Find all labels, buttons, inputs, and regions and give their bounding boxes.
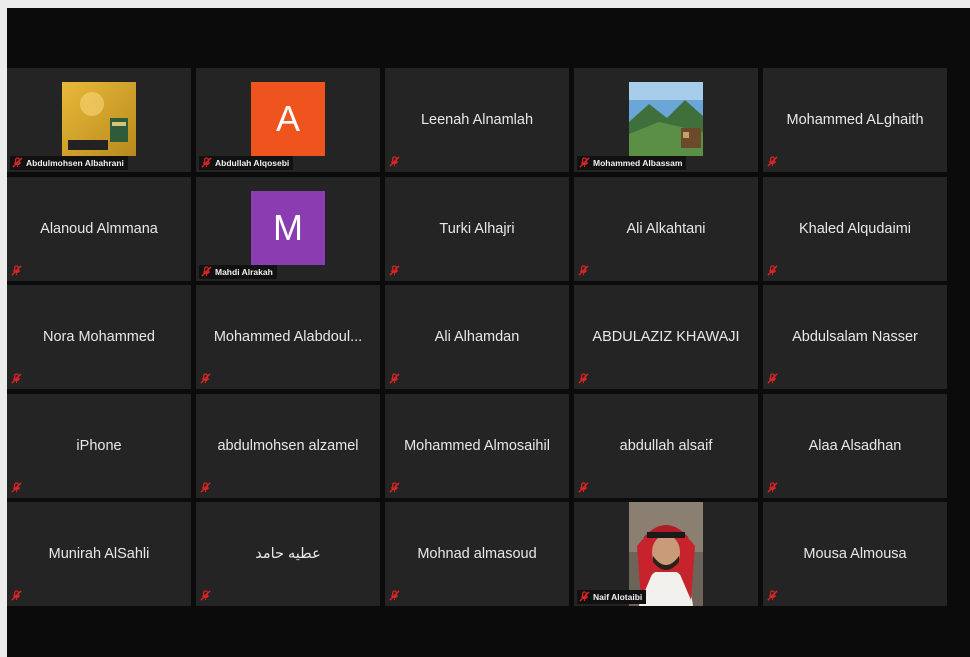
muted-mic-icon xyxy=(11,481,23,494)
participant-tile-mousa-almousa[interactable]: Mousa Almousa xyxy=(763,502,947,606)
muted-mic-icon xyxy=(767,481,779,494)
participant-name: Leenah Alnamlah xyxy=(420,112,534,128)
participant-tile-munirah-alsahli[interactable]: Munirah AlSahli xyxy=(7,502,191,606)
participant-tile-mohammed-alabdoul[interactable]: Mohammed Alabdoul... xyxy=(196,285,380,389)
participant-label: Abdullah Alqosebi xyxy=(199,156,294,170)
muted-mic-icon xyxy=(767,156,779,168)
muted-mic-icon xyxy=(578,481,590,494)
participant-tile-nora-mohammed[interactable]: Nora Mohammed xyxy=(7,285,191,389)
participant-tile-leenah-alnamlah[interactable]: Leenah Alnamlah xyxy=(385,68,569,172)
muted-mic-icon xyxy=(11,373,23,385)
muted-mic-icon xyxy=(389,481,401,494)
muted-mic-icon xyxy=(389,590,401,602)
muted-mic-icon xyxy=(578,373,590,385)
participant-name: Ali Alkahtani xyxy=(626,220,706,237)
participant-tile-mahdi-alrakah[interactable]: M Mahdi Alrakah xyxy=(196,176,380,281)
participant-label: Mohammed Albassam xyxy=(577,156,687,170)
participant-tile-abdulsalam-nasser[interactable]: Abdulsalam Nasser xyxy=(763,285,947,389)
participant-tile-mohammed-almosaihil[interactable]: Mohammed Almosaihil xyxy=(385,393,569,498)
participant-name: عطيه حامد xyxy=(255,546,321,562)
muted-mic-icon xyxy=(200,590,212,602)
participant-name: iPhone xyxy=(76,437,122,454)
participant-tile-iphone[interactable]: iPhone xyxy=(7,393,191,498)
participant-tile-naif-alotaibi[interactable]: Naif Alotaibi xyxy=(574,502,758,606)
avatar-initial: M xyxy=(251,190,325,265)
participant-name: Mousa Almousa xyxy=(803,546,907,562)
participant-name: Naif Alotaibi xyxy=(593,592,643,602)
participant-name: Turki Alhajri xyxy=(439,220,515,237)
participant-name: abdullah alsaif xyxy=(619,437,713,454)
participant-name: abdulmohsen alzamel xyxy=(217,437,359,454)
participant-tile-khaled-alqudaimi[interactable]: Khaled Alqudaimi xyxy=(763,176,947,281)
muted-mic-icon xyxy=(767,590,779,602)
muted-mic-icon xyxy=(389,264,401,277)
participant-name: Nora Mohammed xyxy=(42,329,155,345)
participant-tile-abdullah-alqosebi[interactable]: A Abdullah Alqosebi xyxy=(196,68,380,172)
muted-mic-icon xyxy=(12,157,23,168)
muted-mic-icon xyxy=(579,157,590,168)
participant-name: Mohammed Albassam xyxy=(593,158,683,168)
muted-mic-icon xyxy=(579,591,590,602)
participant-tile-ali-alkahtani[interactable]: Ali Alkahtani xyxy=(574,176,758,281)
participant-tile-participant[interactable]: عطيه حامد xyxy=(196,502,380,606)
participant-name: ABDULAZIZ KHAWAJI xyxy=(592,329,740,345)
participant-tile-mohnad-almasoud[interactable]: Mohnad almasoud xyxy=(385,502,569,606)
participant-name: Mohammed Almosaihil xyxy=(404,437,550,454)
top-bar xyxy=(7,8,970,68)
participant-label: Abdulmohsen Albahrani xyxy=(10,156,128,170)
muted-mic-icon xyxy=(201,157,212,168)
muted-mic-icon xyxy=(11,590,23,602)
kaaba-icon xyxy=(62,82,136,156)
participant-label: Mahdi Alrakah xyxy=(199,264,277,279)
participant-name: Ali Alhamdan xyxy=(434,329,520,345)
participant-name: Abdullah Alqosebi xyxy=(215,158,290,168)
participant-name: Munirah AlSahli xyxy=(48,546,150,562)
participant-tile-abdulmohsen-albahrani[interactable]: Abdulmohsen Albahrani xyxy=(7,68,191,172)
participant-name: Alanoud Almmana xyxy=(40,220,158,237)
participant-name: Khaled Alqudaimi xyxy=(798,220,912,237)
participant-tile-alanoud-almmana[interactable]: Alanoud Almmana xyxy=(7,176,191,281)
participant-label: Naif Alotaibi xyxy=(577,590,647,604)
participant-name: Abdulmohsen Albahrani xyxy=(26,158,124,168)
participant-tile-turki-alhajri[interactable]: Turki Alhajri xyxy=(385,176,569,281)
participant-name: Mahdi Alrakah xyxy=(215,266,273,277)
participant-tile-ali-alhamdan[interactable]: Ali Alhamdan xyxy=(385,285,569,389)
muted-mic-icon xyxy=(200,481,212,494)
participant-tile-abdulaziz-khawaji[interactable]: ABDULAZIZ KHAWAJI xyxy=(574,285,758,389)
avatar-initial: A xyxy=(251,82,325,156)
muted-mic-icon xyxy=(578,264,590,277)
participant-name: Abdulsalam Nasser xyxy=(792,329,918,345)
muted-mic-icon xyxy=(201,265,212,277)
muted-mic-icon xyxy=(389,156,401,168)
participant-tile-abdullah-alsaif[interactable]: abdullah alsaif xyxy=(574,393,758,498)
muted-mic-icon xyxy=(389,373,401,385)
participant-tile-mohammed-albassam[interactable]: Mohammed Albassam xyxy=(574,68,758,172)
muted-mic-icon xyxy=(767,373,779,385)
participant-gallery: Abdulmohsen Albahrani A Abdullah Alqosebi L… xyxy=(7,68,947,606)
participant-name: Alaa Alsadhan xyxy=(808,437,902,454)
participant-name: Mohammed Alabdoul... xyxy=(213,329,363,345)
participant-tile-alaa-alsadhan[interactable]: Alaa Alsadhan xyxy=(763,393,947,498)
participant-name: Mohammed ALghaith xyxy=(786,112,924,128)
muted-mic-icon xyxy=(11,264,23,277)
participant-tile-abdulmohsen-alzamel[interactable]: abdulmohsen alzamel xyxy=(196,393,380,498)
muted-mic-icon xyxy=(200,373,212,385)
meeting-window: Abdulmohsen Albahrani A Abdullah Alqosebi L… xyxy=(7,8,970,657)
participant-name: Mohnad almasoud xyxy=(417,546,537,562)
bottom-bar xyxy=(7,609,970,657)
participant-tile-mohammed-alghaith[interactable]: Mohammed ALghaith xyxy=(763,68,947,172)
landscape-icon xyxy=(629,82,703,156)
muted-mic-icon xyxy=(767,264,779,277)
